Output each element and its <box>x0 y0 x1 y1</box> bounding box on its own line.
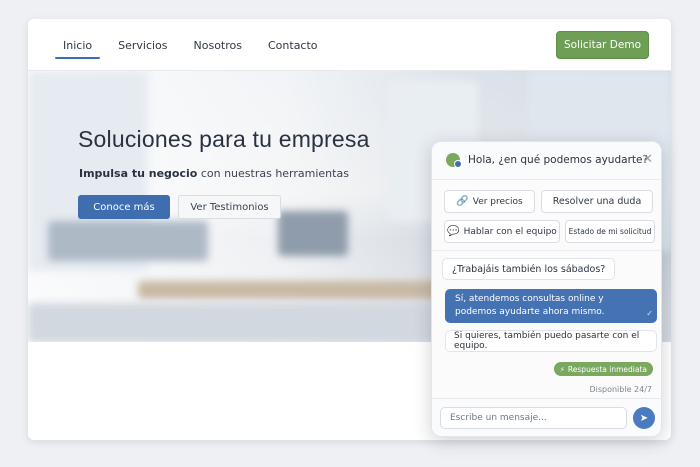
quick-reply-resolver-duda[interactable]: Resolver una duda <box>541 190 653 213</box>
chat-header: Hola, ¿en qué podemos ayudarte? ✕ <box>432 142 661 180</box>
quick-reply-ver-precios[interactable]: 🔗 Ver precios <box>444 190 535 213</box>
quick-reply-label: Estado de mi solicitud <box>568 227 652 236</box>
quick-reply-label: Ver precios <box>472 196 523 207</box>
read-checkmark-icon: ✓ <box>646 309 653 318</box>
chat-greeting: Hola, ¿en qué podemos ayudarte? <box>468 154 649 166</box>
availability-text: Disponible 24/7 <box>589 385 652 394</box>
background-monitor <box>278 211 348 256</box>
hero-title: Soluciones para tu empresa <box>78 126 370 152</box>
divider <box>432 250 661 251</box>
badge-label: Respuesta inmediata <box>567 364 647 374</box>
send-icon: ➤ <box>639 412 649 424</box>
nav-inicio[interactable]: Inicio <box>55 19 101 71</box>
nav-contacto[interactable]: Contacto <box>260 19 326 71</box>
agent-reply-text: Sí, atendemos consultas online y podemos… <box>455 294 605 317</box>
agent-reply-bubble: Sí, atendemos consultas online y podemos… <box>445 289 657 323</box>
hero-subtitle: Impulsa tu negocio con nuestras herramie… <box>79 167 349 180</box>
nav-nosotros[interactable]: Nosotros <box>186 19 250 71</box>
testimonials-button[interactable]: Ver Testimonios <box>178 195 281 219</box>
main-nav: Inicio Servicios Nosotros Contacto <box>55 19 336 71</box>
quick-reply-hablar-equipo[interactable]: 💬 Hablar con el equipo <box>444 220 560 243</box>
lightning-icon: ⚡ <box>559 364 565 374</box>
site-header: Inicio Servicios Nosotros Contacto Solic… <box>28 19 671 71</box>
link-icon: 🔗 <box>456 196 469 207</box>
chat-widget: Hola, ¿en qué podemos ayudarte? ✕ 🔗 Ver … <box>431 141 662 437</box>
instant-response-badge: ⚡ Respuesta inmediata <box>553 362 653 376</box>
chat-bubble-icon: 💬 <box>447 226 460 237</box>
close-icon[interactable]: ✕ <box>642 152 653 167</box>
quick-reply-label: Resolver una duda <box>552 196 642 207</box>
background-desk <box>138 281 458 299</box>
agent-avatar-icon <box>446 153 462 168</box>
quick-reply-label: Hablar con el equipo <box>463 226 557 237</box>
user-message-bubble: ¿Trabajáis también los sábados? <box>442 258 616 280</box>
hero-subtitle-bold: Impulsa tu negocio <box>79 167 198 180</box>
learn-more-button[interactable]: Conoce más <box>78 195 170 219</box>
nav-servicios[interactable]: Servicios <box>110 19 175 71</box>
message-input[interactable] <box>440 407 627 429</box>
hero-subtitle-rest: con nuestras herramientas <box>197 167 349 180</box>
background-shelf <box>48 221 208 261</box>
chat-input-bar: ➤ <box>432 398 661 436</box>
send-button[interactable]: ➤ <box>633 407 655 429</box>
quick-reply-estado-solicitud[interactable]: Estado de mi solicitud <box>565 220 655 243</box>
agent-followup-bubble: Si quieres, también puedo pasarte con el… <box>445 330 657 352</box>
request-demo-button[interactable]: Solicitar Demo <box>556 31 649 59</box>
